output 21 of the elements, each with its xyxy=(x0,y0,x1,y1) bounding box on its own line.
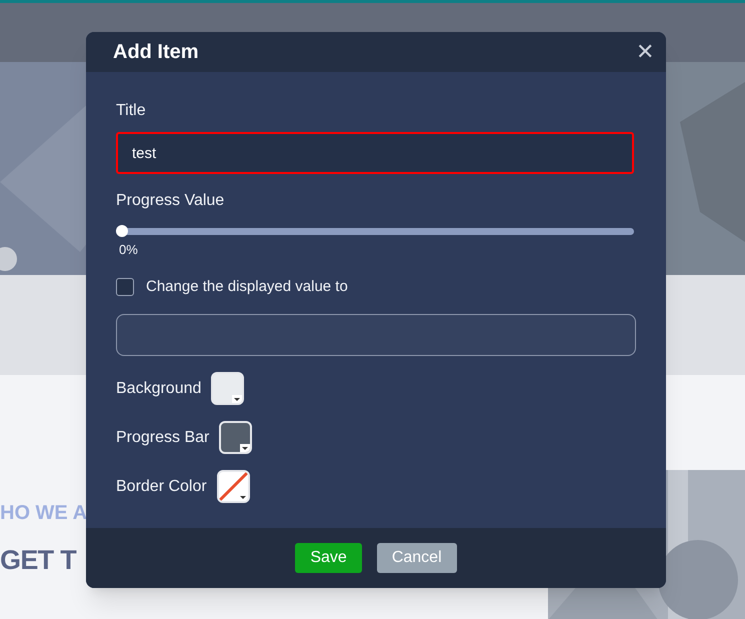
field-label: Title xyxy=(116,101,147,121)
progress-slider[interactable] xyxy=(116,224,634,238)
checkbox-label: Change the displayed value to xyxy=(146,276,348,296)
close-button[interactable]: ✕ xyxy=(636,41,654,63)
caret-icon xyxy=(240,444,250,452)
color-label: Background xyxy=(116,378,202,398)
no-color-swatch[interactable] xyxy=(216,470,250,503)
section-tagline: HO WE A xyxy=(0,501,88,526)
caret-icon xyxy=(232,395,242,403)
color-label: Progress Bar xyxy=(116,428,210,448)
slider-thumb[interactable] xyxy=(116,225,128,237)
dialog-title: Add Item xyxy=(113,40,199,65)
color-label: Border Color xyxy=(116,476,207,496)
section-heading: GET T xyxy=(0,544,76,577)
checkbox[interactable] xyxy=(116,278,134,296)
field-label: Progress Value xyxy=(116,191,226,211)
caret-icon xyxy=(238,493,248,501)
color-swatch[interactable] xyxy=(211,372,244,405)
title-input[interactable]: test xyxy=(116,132,634,174)
color-swatch[interactable] xyxy=(219,421,252,454)
progress-reading: 0% xyxy=(119,241,139,259)
